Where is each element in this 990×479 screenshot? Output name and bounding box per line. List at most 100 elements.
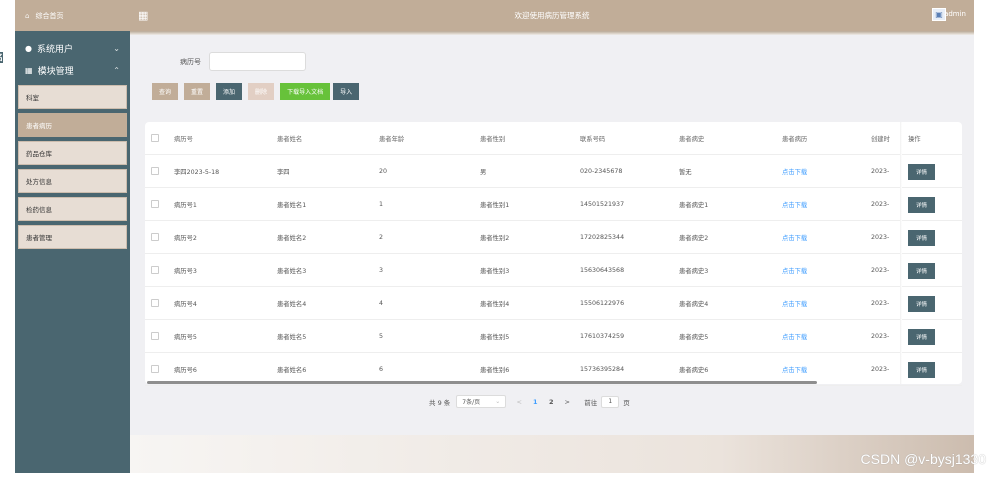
table-row: 病历号5 患者姓名5 5 患者性别5 17610374259 患者病史5 点击下载 2023-…: [145, 320, 962, 353]
cell-patient-gender: 患者性别5: [480, 334, 510, 341]
cell-history: 患者病史3: [679, 268, 709, 275]
sidebar-group-users[interactable]: ● 系统用户 ⌄: [15, 37, 130, 59]
row-checkbox[interactable]: [151, 200, 159, 208]
cell-created: 2023-: [871, 267, 890, 274]
import-button[interactable]: 导入: [333, 83, 360, 100]
header-record-id: 病历号: [174, 136, 193, 143]
cell-action: 详情: [908, 221, 935, 254]
page-1-button[interactable]: 1: [528, 398, 542, 406]
header-phone: 联系号码: [580, 136, 606, 143]
sidebar-item-label: 患者病历: [26, 122, 52, 130]
prev-page-button[interactable]: <: [512, 398, 526, 406]
sidebar-item[interactable]: 科室: [18, 85, 127, 109]
sidebar-item[interactable]: 检药信息: [18, 197, 127, 221]
sidebar-group-modules[interactable]: ▦ 模块管理 ⌃: [15, 59, 130, 81]
query-button[interactable]: 查询: [152, 83, 179, 100]
row-checkbox[interactable]: [151, 332, 159, 340]
sidebar-item[interactable]: 处方信息: [18, 169, 127, 193]
add-button[interactable]: 添加: [216, 83, 243, 100]
records-table: 病历号 患者姓名 患者年龄 患者性别 联系号码 患者病史 患者病历 创建时 操作…: [145, 122, 962, 386]
table-body: 李四2023-5-18 李四 20 男 020-2345678 暂无 点击下载 2023- 详情…: [145, 155, 962, 386]
fixed-column-shadow: [900, 122, 902, 384]
user-icon: ●: [25, 43, 32, 53]
menu-grid-icon[interactable]: ▦: [138, 9, 148, 22]
detail-button[interactable]: 详情: [908, 196, 935, 213]
cell-patient-age: 4: [379, 300, 384, 307]
cell-patient-name: 患者姓名2: [277, 235, 307, 242]
sidebar-item[interactable]: 药品仓库: [18, 141, 127, 165]
home-icon: ⌂: [25, 11, 30, 20]
cell-patient-gender: 患者性别1: [480, 202, 510, 209]
cell-record-id: 病历号1: [174, 202, 197, 209]
download-template-button[interactable]: 下载导入文档: [280, 83, 331, 100]
row-checkbox[interactable]: [151, 233, 159, 241]
cell-record-download[interactable]: 点击下载: [782, 320, 807, 353]
cell-record-download[interactable]: 点击下载: [782, 221, 807, 254]
cell-action: 详情: [908, 353, 935, 386]
cell-record-download[interactable]: 点击下载: [782, 287, 807, 320]
page-2-button[interactable]: 2: [544, 398, 558, 406]
cell-record-download[interactable]: 点击下载: [782, 188, 807, 221]
header-action: 操作: [908, 136, 921, 143]
sidebar-group-modules-label: 模块管理: [37, 66, 74, 77]
filter-bar: 病历号: [180, 52, 306, 71]
sidebar-item-label: 检药信息: [26, 206, 52, 214]
page-size-value: 7条/页: [462, 399, 481, 406]
goto-page-input[interactable]: 1: [601, 395, 620, 408]
delete-button[interactable]: 删除: [248, 83, 275, 100]
cell-patient-age: 20: [379, 168, 388, 175]
top-bar-username[interactable]: admin: [944, 10, 966, 18]
record-id-input[interactable]: [209, 52, 306, 71]
chevron-down-icon: ⌄: [495, 398, 501, 405]
chevron-down-icon: ⌄: [113, 43, 120, 53]
table-header: 病历号 患者姓名 患者年龄 患者性别 联系号码 患者病史 患者病历 创建时 操作: [145, 122, 962, 155]
horizontal-scrollbar[interactable]: [147, 381, 817, 384]
table-row: 病历号3 患者姓名3 3 患者性别3 15630643568 患者病史3 点击下载 2023-…: [145, 254, 962, 287]
cell-phone: 17610374259: [580, 333, 625, 340]
detail-button[interactable]: 详情: [908, 295, 935, 312]
header-created: 创建时: [871, 136, 890, 143]
page-size-select[interactable]: 7条/页 ⌄: [456, 395, 507, 408]
detail-button[interactable]: 详情: [908, 262, 935, 279]
chevron-up-icon: ⌃: [113, 65, 120, 75]
cell-action: 详情: [908, 188, 935, 221]
cell-action: 详情: [908, 155, 935, 188]
cell-created: 2023-: [871, 234, 890, 241]
row-checkbox[interactable]: [151, 167, 159, 175]
sidebar-home[interactable]: ⌂ 综合首页: [15, 0, 130, 31]
next-page-button[interactable]: >: [560, 398, 574, 406]
cell-history: 患者病史4: [679, 301, 709, 308]
row-checkbox[interactable]: [151, 266, 159, 274]
sidebar-home-label: 综合首页: [35, 11, 64, 20]
sidebar-item[interactable]: 患者管理: [18, 225, 127, 249]
footer-band: [130, 435, 974, 473]
table-row: 病历号2 患者姓名2 2 患者性别2 17202825344 患者病史2 点击下载 2023-…: [145, 221, 962, 254]
watermark-text: CSDN @v-bysj1330: [860, 451, 986, 467]
sidebar: ⌂ 综合首页 ● 系统用户 ⌄ ▦ 模块管理 ⌃ 科室患者病历药品仓库处方信息检…: [15, 0, 130, 473]
sidebar-item[interactable]: 患者病历: [18, 113, 127, 137]
row-checkbox[interactable]: [151, 365, 159, 373]
cell-record-download[interactable]: 点击下载: [782, 254, 807, 287]
detail-button[interactable]: 详情: [908, 328, 935, 345]
cell-record-id: 病历号2: [174, 235, 197, 242]
sidebar-item-label: 处方信息: [26, 178, 52, 186]
detail-button[interactable]: 详情: [908, 229, 935, 246]
detail-button[interactable]: 详情: [908, 361, 935, 378]
detail-button[interactable]: 详情: [908, 163, 935, 180]
pagination: 共 9 条 7条/页 ⌄ < 1 2 > 前往 1 页: [429, 395, 630, 408]
sidebar-item-label: 药品仓库: [26, 150, 52, 158]
pagination-total: 共 9 条: [429, 398, 451, 407]
cell-action: 详情: [908, 320, 935, 353]
table-row: 李四2023-5-18 李四 20 男 020-2345678 暂无 点击下载 2023- 详情: [145, 155, 962, 188]
cell-history: 暂无: [679, 169, 692, 176]
cell-history: 患者病史1: [679, 202, 709, 209]
select-all-checkbox[interactable]: [151, 134, 159, 142]
cell-patient-name: 患者姓名5: [277, 334, 307, 341]
cell-record-download[interactable]: 点击下载: [782, 155, 807, 188]
reset-button[interactable]: 重置: [184, 83, 211, 100]
cell-created: 2023-: [871, 168, 890, 175]
sidebar-item-label: 患者管理: [26, 234, 52, 242]
cell-record-id: 病历号3: [174, 268, 197, 275]
top-bar-title: 欢迎使用病历管理系统: [514, 11, 590, 20]
row-checkbox[interactable]: [151, 299, 159, 307]
